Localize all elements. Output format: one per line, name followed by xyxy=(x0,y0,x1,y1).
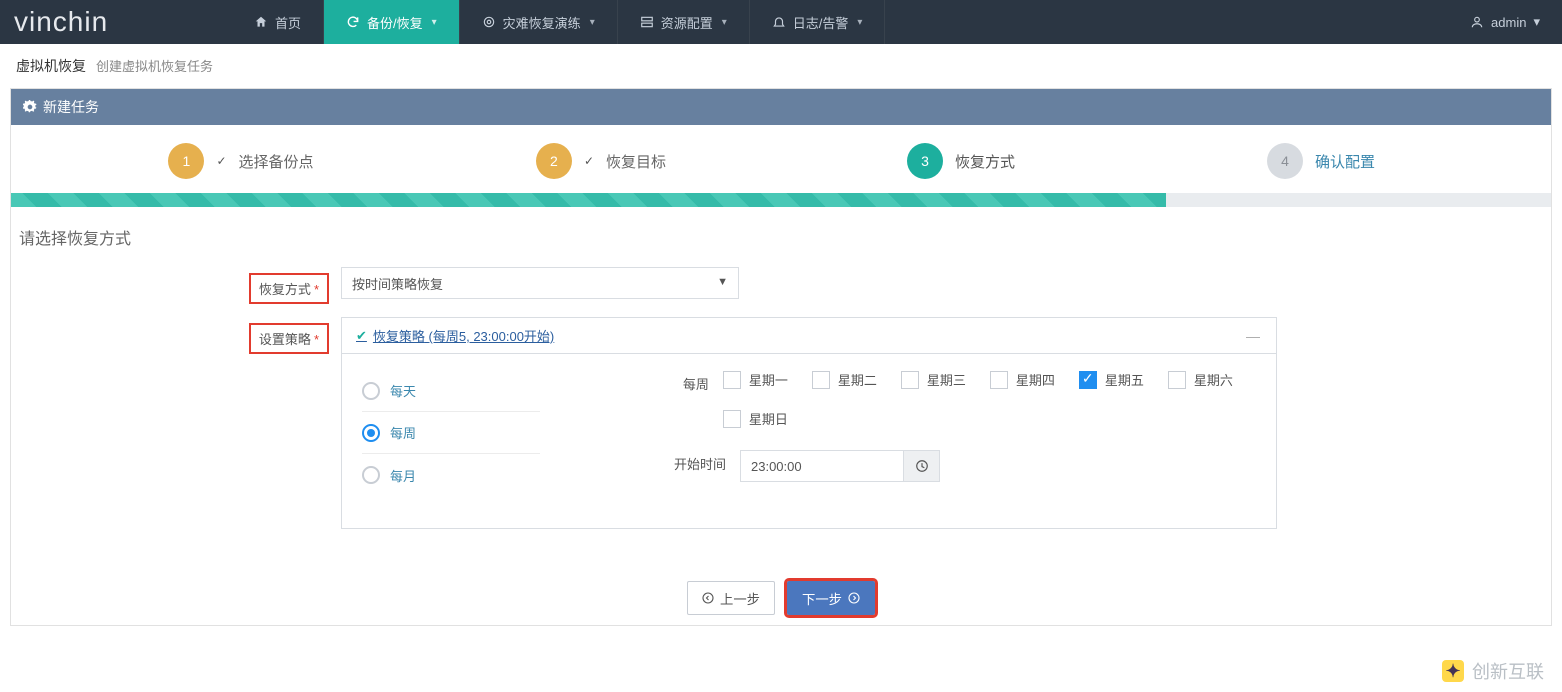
next-label: 下一步 xyxy=(802,589,842,608)
home-icon xyxy=(254,15,268,29)
checkbox-icon xyxy=(1079,371,1097,389)
freq-daily[interactable]: 每天 xyxy=(362,370,540,412)
wizard-progress xyxy=(11,193,1551,207)
step-3-label: 恢复方式 xyxy=(955,151,1015,172)
clock-icon xyxy=(915,459,929,473)
clock-button[interactable] xyxy=(904,450,940,482)
chevron-down-icon: ▾ xyxy=(590,17,595,28)
arrow-right-icon xyxy=(848,592,860,604)
strategy-title: 恢复策略 (每周5, 23:00:00开始) xyxy=(373,326,554,345)
watermark-logo-icon: ✦ xyxy=(1442,660,1464,682)
collapse-icon[interactable]: — xyxy=(1246,328,1262,344)
bell-icon xyxy=(772,15,786,29)
wizard-steps: 1 ✓ 选择备份点 2 ✓ 恢复目标 3 恢复方式 4 确认配置 xyxy=(11,125,1551,193)
step-1-label: 选择备份点 xyxy=(239,151,314,172)
step-2-num: 2 xyxy=(536,143,572,179)
watermark: ✦ 创新互联 xyxy=(1442,658,1544,684)
method-label: 恢复方式* xyxy=(249,273,329,304)
page-title: 虚拟机恢复 xyxy=(16,56,86,76)
step-4-num: 4 xyxy=(1267,143,1303,179)
next-button[interactable]: 下一步 xyxy=(787,581,875,615)
nav-backup-restore[interactable]: 备份/恢复 ▾ xyxy=(324,0,460,44)
checkbox-icon xyxy=(812,371,830,389)
step-3: 3 恢复方式 xyxy=(781,143,1141,179)
step-1-num: 1 xyxy=(168,143,204,179)
step-3-num: 3 xyxy=(907,143,943,179)
checkbox-icon xyxy=(1168,371,1186,389)
freq-weekly-label: 每周 xyxy=(390,423,416,442)
radio-icon xyxy=(362,466,380,484)
nav-log-alert[interactable]: 日志/告警 ▾ xyxy=(750,0,886,44)
freq-monthly-label: 每月 xyxy=(390,466,416,485)
check-icon: ✓ xyxy=(584,154,594,168)
nav-home[interactable]: 首页 xyxy=(232,0,324,44)
nav-home-label: 首页 xyxy=(275,13,301,32)
day-fri[interactable]: 星期五 xyxy=(1079,370,1144,389)
step-2-label: 恢复目标 xyxy=(606,151,666,172)
nav-drill[interactable]: 灾难恢复演练 ▾ xyxy=(460,0,618,44)
user-name: admin xyxy=(1491,15,1526,30)
section-title: 请选择恢复方式 xyxy=(11,207,1551,259)
panel-header: 新建任务 xyxy=(11,89,1551,125)
radio-icon xyxy=(362,424,380,442)
prev-label: 上一步 xyxy=(720,589,760,608)
nav-backup-label: 备份/恢复 xyxy=(367,13,423,32)
watermark-text: 创新互联 xyxy=(1472,658,1544,684)
step-1: 1 ✓ 选择备份点 xyxy=(61,143,421,179)
freq-daily-label: 每天 xyxy=(390,381,416,400)
policy-label: 设置策略* xyxy=(249,323,329,354)
checkbox-icon xyxy=(723,410,741,428)
strategy-card: ✔ 恢复策略 (每周5, 23:00:00开始) — 每天 xyxy=(341,317,1277,529)
restore-method-select[interactable]: 按时间策略恢复 xyxy=(341,267,739,299)
step-2: 2 ✓ 恢复目标 xyxy=(421,143,781,179)
panel-title: 新建任务 xyxy=(43,97,99,117)
chevron-down-icon: ▾ xyxy=(432,17,437,28)
freq-weekly[interactable]: 每周 xyxy=(362,412,540,454)
checkbox-icon xyxy=(723,371,741,389)
day-mon[interactable]: 星期一 xyxy=(723,370,788,389)
user-menu[interactable]: admin ▾ xyxy=(1448,0,1562,44)
chevron-down-icon: ▾ xyxy=(722,17,727,28)
strategy-header[interactable]: ✔ 恢复策略 (每周5, 23:00:00开始) — xyxy=(342,318,1276,354)
gear-icon xyxy=(23,100,37,114)
day-sun[interactable]: 星期日 xyxy=(723,409,788,428)
checkbox-icon xyxy=(990,371,1008,389)
restore-method-value: 按时间策略恢复 xyxy=(352,274,443,293)
frequency-options: 每天 每周 每月 xyxy=(342,354,550,528)
check-icon: ✔ xyxy=(356,328,367,344)
nav-resource-label: 资源配置 xyxy=(661,13,713,32)
server-icon xyxy=(640,15,654,29)
prev-button[interactable]: 上一步 xyxy=(687,581,775,615)
wizard-progress-fill xyxy=(11,193,1166,207)
nav-log-label: 日志/告警 xyxy=(793,13,849,32)
target-icon xyxy=(482,15,496,29)
day-sat[interactable]: 星期六 xyxy=(1168,370,1233,389)
step-4-label: 确认配置 xyxy=(1315,151,1375,172)
brand-logo: vinchin xyxy=(0,0,232,44)
page-subtitle: 创建虚拟机恢复任务 xyxy=(96,56,213,75)
method-label-wrap: 恢复方式* xyxy=(11,267,341,304)
freq-monthly[interactable]: 每月 xyxy=(362,454,540,496)
user-icon xyxy=(1470,15,1484,29)
check-icon: ✓ xyxy=(216,154,226,168)
refresh-icon xyxy=(346,15,360,29)
step-4: 4 确认配置 xyxy=(1141,143,1501,179)
weekly-days-label: 每周 xyxy=(570,370,723,393)
checkbox-icon xyxy=(901,371,919,389)
start-time-input[interactable] xyxy=(740,450,904,482)
chevron-down-icon: ▾ xyxy=(1533,14,1540,30)
radio-icon xyxy=(362,382,380,400)
chevron-down-icon: ▾ xyxy=(857,17,862,28)
day-tue[interactable]: 星期二 xyxy=(812,370,877,389)
arrow-left-icon xyxy=(702,592,714,604)
day-thu[interactable]: 星期四 xyxy=(990,370,1055,389)
nav-resource[interactable]: 资源配置 ▾ xyxy=(618,0,750,44)
day-wed[interactable]: 星期三 xyxy=(901,370,966,389)
nav-drill-label: 灾难恢复演练 xyxy=(503,13,581,32)
start-time-label: 开始时间 xyxy=(570,450,740,473)
policy-label-wrap: 设置策略* xyxy=(11,317,341,354)
